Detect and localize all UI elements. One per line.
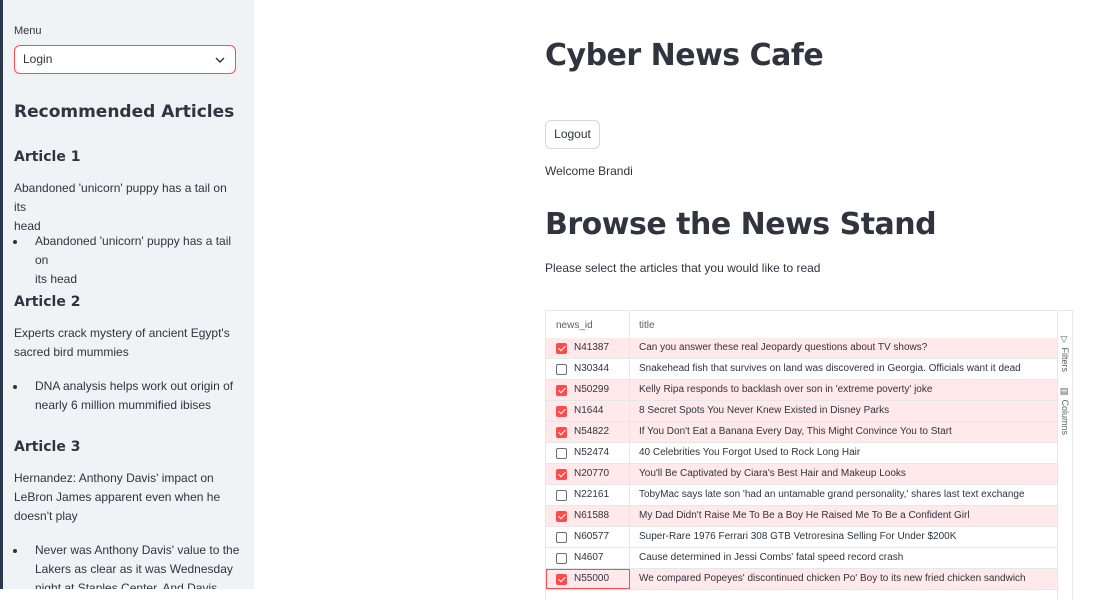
columns-icon: ▤ xyxy=(1060,387,1070,397)
news-id-cell[interactable]: N61588 xyxy=(574,506,609,526)
news-id-cell[interactable]: N52474 xyxy=(574,443,609,463)
table-row[interactable]: N20770 You'll Be Captivated by Ciara's Be… xyxy=(546,464,1057,485)
row-checkbox[interactable] xyxy=(556,406,567,417)
news-id-cell[interactable]: N41387 xyxy=(574,338,609,358)
table-row[interactable]: N30344 Snakehead fish that survives on la… xyxy=(546,359,1057,380)
table-row[interactable]: N22161 TobyMac says late son 'had an unta… xyxy=(546,485,1057,506)
column-header-title[interactable]: title xyxy=(639,320,655,331)
article-abstract: Abandoned 'unicorn' puppy has a tail on … xyxy=(13,232,241,289)
article-abstract: Never was Anthony Davis' value to the La… xyxy=(13,541,241,589)
article-heading: Article 2 xyxy=(14,294,81,310)
title-cell[interactable]: Cause determined in Jessi Combs' fatal s… xyxy=(639,548,903,568)
grid-rows: N41387 Can you answer these real Jeopardy… xyxy=(546,338,1057,590)
row-checkbox[interactable] xyxy=(556,427,567,438)
grid-header: news_id title xyxy=(546,311,1057,339)
columns-label: Columns xyxy=(1060,399,1070,436)
title-cell[interactable]: Can you answer these real Jeopardy quest… xyxy=(639,338,927,358)
title-cell[interactable]: Kelly Ripa responds to backlash over son… xyxy=(639,380,932,400)
row-checkbox[interactable] xyxy=(556,511,567,522)
article-heading: Article 1 xyxy=(14,149,81,165)
browse-heading: Browse the News Stand xyxy=(545,207,937,242)
news-id-cell[interactable]: N20770 xyxy=(574,464,609,484)
column-divider[interactable] xyxy=(629,311,630,338)
logout-button[interactable]: Logout xyxy=(545,120,600,149)
table-row[interactable]: N60577 Super-Rare 1976 Ferrari 308 GTB Ve… xyxy=(546,527,1057,548)
row-checkbox[interactable] xyxy=(556,343,567,354)
cell-divider xyxy=(629,380,630,400)
instruction-text: Please select the articles that you woul… xyxy=(545,261,821,275)
filter-icon: ▽ xyxy=(1060,335,1070,345)
table-row[interactable]: N4607 Cause determined in Jessi Combs' fa… xyxy=(546,548,1057,569)
articles-grid: news_id title N41387 Can you answer these… xyxy=(545,310,1073,600)
title-cell[interactable]: Super-Rare 1976 Ferrari 308 GTB Vetrores… xyxy=(639,527,956,547)
menu-selected-value: Login xyxy=(23,52,53,66)
news-id-cell[interactable]: N54822 xyxy=(574,422,609,442)
title-cell[interactable]: 40 Celebrities You Forgot Used to Rock L… xyxy=(639,443,860,463)
article-abstract: DNA analysis helps work out origin of ne… xyxy=(13,377,241,415)
sidebar: Menu Login Recommended Articles Article … xyxy=(0,0,254,589)
news-id-cell[interactable]: N4607 xyxy=(574,548,603,568)
cell-divider xyxy=(629,548,630,568)
title-cell[interactable]: You'll Be Captivated by Ciara's Best Hai… xyxy=(639,464,906,484)
welcome-text: Welcome Brandi xyxy=(545,164,633,178)
article-heading: Article 3 xyxy=(14,439,81,455)
table-row[interactable]: N52474 40 Celebrities You Forgot Used to … xyxy=(546,443,1057,464)
news-id-cell[interactable]: N50299 xyxy=(574,380,609,400)
news-id-cell[interactable]: N22161 xyxy=(574,485,609,505)
recommended-heading: Recommended Articles xyxy=(14,102,235,122)
filters-label: Filters xyxy=(1060,347,1070,373)
news-id-cell[interactable]: N1644 xyxy=(574,401,603,421)
cell-divider xyxy=(629,359,630,379)
table-row[interactable]: N54822 If You Don't Eat a Banana Every Da… xyxy=(546,422,1057,443)
table-row[interactable]: N41387 Can you answer these real Jeopardy… xyxy=(546,338,1057,359)
row-checkbox[interactable] xyxy=(556,553,567,564)
title-cell[interactable]: 8 Secret Spots You Never Knew Existed in… xyxy=(639,401,889,421)
table-row[interactable]: N61588 My Dad Didn't Raise Me To Be a Boy… xyxy=(546,506,1057,527)
row-checkbox[interactable] xyxy=(556,490,567,501)
cell-divider xyxy=(629,401,630,421)
article-title: Hernandez: Anthony Davis' impact on LeBr… xyxy=(14,471,221,523)
row-checkbox[interactable] xyxy=(556,448,567,459)
column-header-news-id[interactable]: news_id xyxy=(556,320,593,331)
title-cell[interactable]: If You Don't Eat a Banana Every Day, Thi… xyxy=(639,422,952,442)
row-checkbox[interactable] xyxy=(556,364,567,375)
title-cell[interactable]: Snakehead fish that survives on land was… xyxy=(639,359,1021,379)
title-cell[interactable]: We compared Popeyes' discontinued chicke… xyxy=(639,569,1026,589)
title-cell[interactable]: TobyMac says late son 'had an untamable … xyxy=(639,485,1025,505)
row-checkbox[interactable] xyxy=(556,532,567,543)
cell-divider xyxy=(629,464,630,484)
menu-select[interactable]: Login xyxy=(14,45,236,74)
news-id-cell[interactable]: N30344 xyxy=(574,359,609,379)
chevron-down-icon xyxy=(215,46,225,73)
cell-divider xyxy=(629,338,630,358)
columns-tab[interactable]: ▤ Columns xyxy=(1060,387,1070,435)
title-cell[interactable]: My Dad Didn't Raise Me To Be a Boy He Ra… xyxy=(639,506,970,526)
table-row[interactable]: N50299 Kelly Ripa responds to backlash ov… xyxy=(546,380,1057,401)
row-checkbox[interactable] xyxy=(556,385,567,396)
row-checkbox[interactable] xyxy=(556,469,567,480)
article-title: Experts crack mystery of ancient Egypt's… xyxy=(14,326,230,359)
article-title: Abandoned 'unicorn' puppy has a tail on … xyxy=(14,181,227,233)
table-row[interactable]: N1644 8 Secret Spots You Never Knew Exist… xyxy=(546,401,1057,422)
cell-divider xyxy=(629,527,630,547)
menu-label: Menu xyxy=(14,25,42,37)
news-id-cell[interactable]: N60577 xyxy=(574,527,609,547)
cell-divider xyxy=(629,443,630,463)
page-title: Cyber News Cafe xyxy=(545,38,824,73)
cell-divider xyxy=(629,485,630,505)
filters-tab[interactable]: ▽ Filters xyxy=(1060,335,1070,372)
grid-side-panel: ▽ Filters ▤ Columns xyxy=(1057,311,1072,600)
cell-divider xyxy=(629,422,630,442)
focused-cell-outline xyxy=(546,569,630,589)
cell-divider xyxy=(629,506,630,526)
table-row[interactable]: N55000 We compared Popeyes' discontinued … xyxy=(546,569,1057,590)
